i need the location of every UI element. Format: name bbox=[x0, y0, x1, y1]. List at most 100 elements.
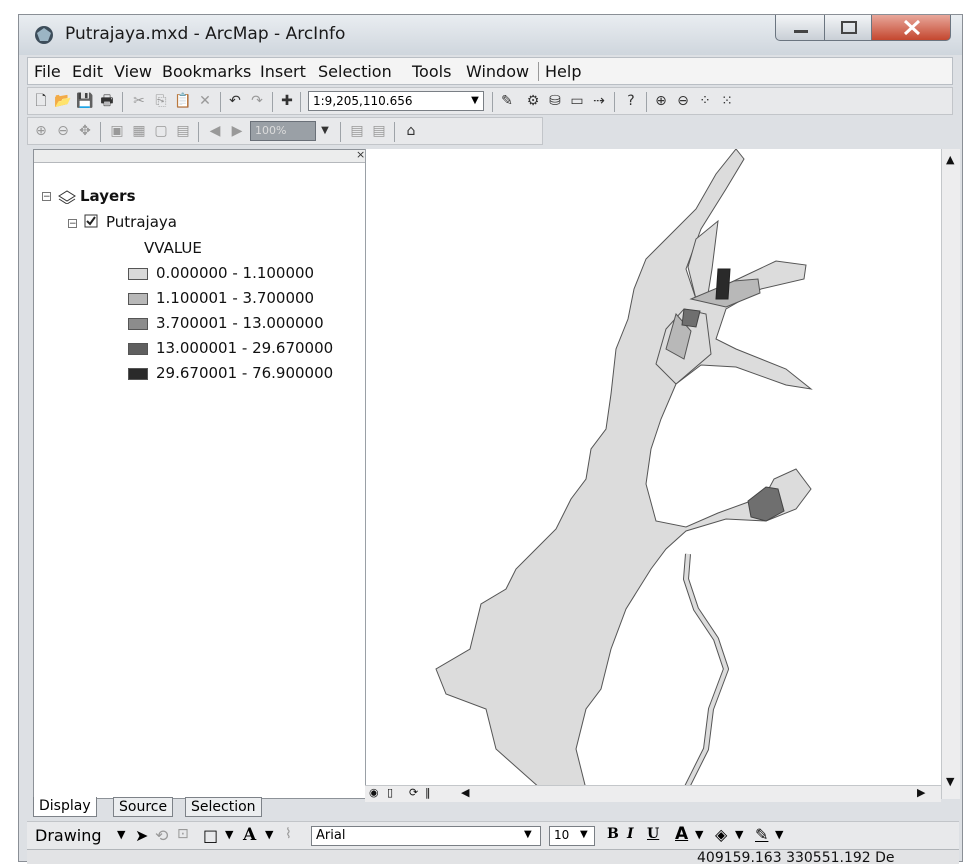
zoom-100-icon[interactable]: ▦ bbox=[130, 122, 148, 140]
fixed-zoom-out-icon[interactable]: ⁙ bbox=[718, 92, 736, 110]
zoom-selected-icon[interactable]: ⊡ bbox=[177, 826, 189, 842]
zoom-in-page-icon[interactable]: ⊕ bbox=[32, 122, 50, 140]
line-color-icon[interactable]: ✎ bbox=[755, 825, 768, 844]
zoom-out-icon[interactable]: ⊖ bbox=[674, 92, 692, 110]
paste-icon[interactable]: 📋 bbox=[174, 92, 192, 110]
close-button[interactable] bbox=[871, 15, 951, 41]
underline-button[interactable]: U bbox=[647, 826, 659, 842]
pan-page-icon[interactable]: ✥ bbox=[76, 122, 94, 140]
fixed-zoom-page-icon[interactable]: ▢ bbox=[152, 122, 170, 140]
chevron-down-icon[interactable]: ▼ bbox=[225, 828, 233, 841]
save-icon[interactable]: 💾 bbox=[76, 92, 94, 110]
scroll-right-icon[interactable]: ▶ bbox=[917, 786, 925, 799]
back-extent-icon[interactable]: ◀ bbox=[206, 122, 224, 140]
scroll-up-icon[interactable]: ▲ bbox=[946, 153, 954, 166]
scroll-down-icon[interactable]: ▼ bbox=[946, 775, 954, 788]
tab-selection[interactable]: Selection bbox=[185, 797, 262, 817]
chevron-down-icon[interactable]: ▼ bbox=[316, 122, 334, 140]
menu-insert[interactable]: Insert bbox=[260, 62, 306, 81]
menu-bookmarks[interactable]: Bookmarks bbox=[162, 62, 251, 81]
menu-file[interactable]: File bbox=[34, 62, 61, 81]
maximize-button[interactable] bbox=[824, 15, 872, 41]
close-icon[interactable]: × bbox=[356, 148, 365, 161]
forward-extent-icon[interactable]: ▶ bbox=[228, 122, 246, 140]
data-view-icon[interactable]: ◉ bbox=[369, 786, 379, 799]
font-select[interactable]: Arial ▼ bbox=[311, 826, 541, 846]
legend-swatch[interactable] bbox=[128, 268, 148, 280]
map-display[interactable] bbox=[365, 148, 942, 840]
checkbox-icon[interactable] bbox=[84, 214, 99, 229]
font-size-select[interactable]: 10 ▼ bbox=[549, 826, 595, 846]
legend-swatch[interactable] bbox=[128, 343, 148, 355]
window-title: Putrajaya.mxd - ArcMap - ArcInfo bbox=[65, 24, 346, 44]
editor-toolbar-icon[interactable]: ✎ bbox=[498, 92, 516, 110]
toggle-draft-icon[interactable]: ▤ bbox=[348, 122, 366, 140]
layer-name[interactable]: Putrajaya bbox=[106, 213, 177, 231]
rectangle-icon[interactable]: □ bbox=[203, 826, 218, 845]
add-data-icon[interactable]: ✚ bbox=[278, 92, 296, 110]
new-document-icon[interactable]: 🗋 bbox=[32, 92, 50, 110]
lake-polygon[interactable] bbox=[715, 268, 731, 300]
legend-swatch[interactable] bbox=[128, 318, 148, 330]
focus-data-frame-icon[interactable]: ▤ bbox=[370, 122, 388, 140]
menu-selection[interactable]: Selection bbox=[318, 62, 392, 81]
horizontal-scrollbar[interactable]: ◉ ▯ ⟳ ‖ ◀ ▶ bbox=[365, 785, 941, 802]
copy-icon[interactable]: ⎘ bbox=[152, 92, 170, 110]
collapse-icon[interactable]: − bbox=[68, 219, 77, 229]
search-window-icon[interactable]: ▭ bbox=[568, 92, 586, 110]
refresh-icon[interactable]: ⟳ bbox=[409, 786, 418, 799]
tab-display[interactable]: Display bbox=[33, 797, 97, 817]
font-color-icon[interactable]: A bbox=[675, 824, 688, 844]
whats-this-icon[interactable]: ? bbox=[622, 92, 640, 110]
print-icon[interactable]: 🖶 bbox=[98, 92, 116, 110]
delete-icon[interactable]: ✕ bbox=[196, 92, 214, 110]
italic-button[interactable]: I bbox=[627, 826, 634, 842]
bold-button[interactable]: B bbox=[607, 826, 619, 842]
edit-vertices-icon[interactable]: ⌇ bbox=[285, 826, 292, 842]
chevron-down-icon[interactable]: ▼ bbox=[524, 829, 532, 840]
layout-zoom-select[interactable]: 100% bbox=[250, 121, 316, 141]
legend-swatch[interactable] bbox=[128, 293, 148, 305]
chevron-down-icon[interactable]: ▼ bbox=[265, 828, 273, 841]
fixed-zoom-out-page-icon[interactable]: ▤ bbox=[174, 122, 192, 140]
text-tool-icon[interactable]: A bbox=[243, 825, 256, 845]
zoom-whole-page-icon[interactable]: ▣ bbox=[108, 122, 126, 140]
chevron-down-icon[interactable]: ▼ bbox=[735, 828, 743, 841]
scroll-left-icon[interactable]: ◀ bbox=[461, 786, 469, 799]
chevron-down-icon[interactable]: ▼ bbox=[117, 828, 125, 841]
undo-icon[interactable]: ↶ bbox=[226, 92, 244, 110]
arccatalog-icon[interactable]: ⛁ bbox=[546, 92, 564, 110]
chevron-down-icon[interactable]: ▼ bbox=[775, 828, 783, 841]
vertical-scrollbar[interactable]: ▲ ▼ bbox=[941, 149, 960, 799]
menu-edit[interactable]: Edit bbox=[72, 62, 103, 81]
chevron-down-icon[interactable]: ▼ bbox=[466, 91, 484, 111]
arctoolbox-icon[interactable]: ⚙ bbox=[524, 92, 542, 110]
collapse-icon[interactable]: − bbox=[42, 192, 51, 202]
fill-color-icon[interactable]: ◈ bbox=[715, 825, 727, 844]
tab-source[interactable]: Source bbox=[113, 797, 174, 817]
model-builder-icon[interactable]: ⇢ bbox=[590, 92, 608, 110]
minimize-button[interactable] bbox=[775, 15, 825, 41]
data-frame-label[interactable]: Layers bbox=[80, 187, 136, 205]
change-layout-icon[interactable]: ⌂ bbox=[402, 122, 420, 140]
lake-polygon[interactable] bbox=[435, 148, 813, 840]
menu-help[interactable]: Help bbox=[538, 62, 581, 81]
map-scale-input[interactable]: 1:9,205,110.656 bbox=[308, 91, 484, 111]
rotate-icon[interactable]: ⟲ bbox=[155, 826, 168, 845]
menu-window[interactable]: Window bbox=[466, 62, 529, 81]
fixed-zoom-in-icon[interactable]: ⁘ bbox=[696, 92, 714, 110]
menu-view[interactable]: View bbox=[114, 62, 152, 81]
layout-view-icon[interactable]: ▯ bbox=[387, 786, 393, 799]
pause-drawing-icon[interactable]: ‖ bbox=[425, 786, 431, 799]
open-icon[interactable]: 📂 bbox=[54, 92, 72, 110]
select-elements-icon[interactable]: ➤ bbox=[135, 826, 148, 845]
redo-icon[interactable]: ↷ bbox=[248, 92, 266, 110]
zoom-in-icon[interactable]: ⊕ bbox=[652, 92, 670, 110]
chevron-down-icon[interactable]: ▼ bbox=[695, 828, 703, 841]
legend-swatch[interactable] bbox=[128, 368, 148, 380]
zoom-out-page-icon[interactable]: ⊖ bbox=[54, 122, 72, 140]
menu-tools[interactable]: Tools bbox=[412, 62, 451, 81]
chevron-down-icon[interactable]: ▼ bbox=[580, 829, 588, 840]
cut-icon[interactable]: ✂ bbox=[130, 92, 148, 110]
drawing-menu[interactable]: Drawing bbox=[35, 826, 102, 845]
